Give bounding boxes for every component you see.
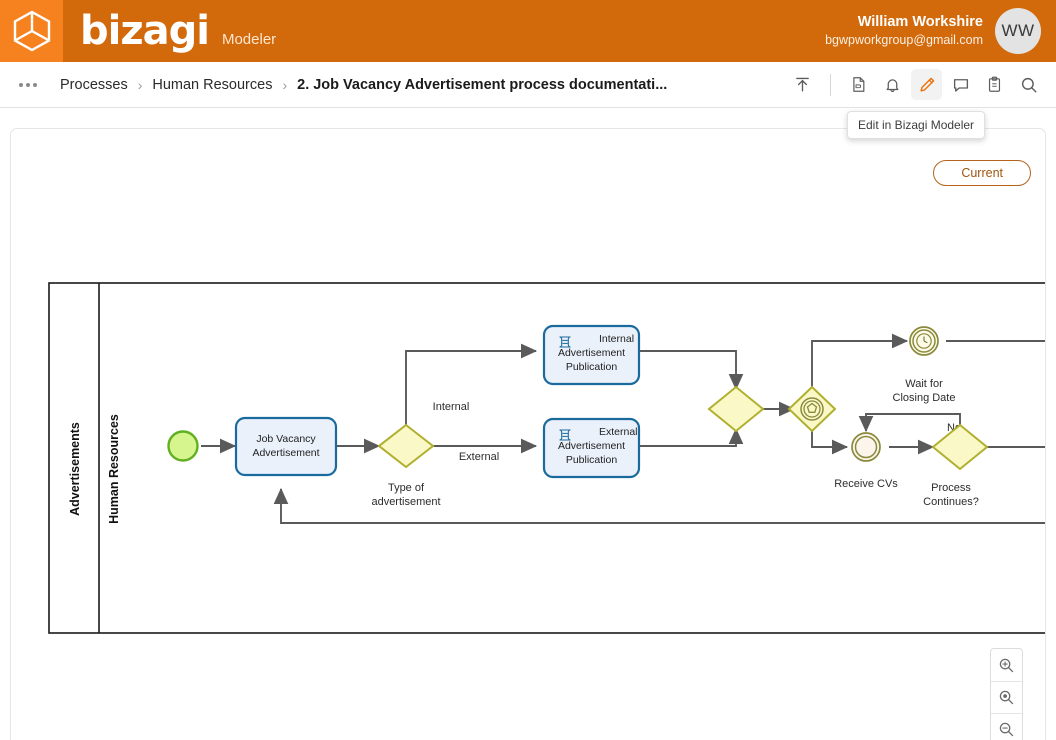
task-job-vacancy-advertisement[interactable]: Job Vacancy Advertisement [234,416,338,477]
task-label-line1: External [599,426,638,438]
gateway-label-line1: Process [931,482,971,494]
pencil-icon[interactable] [911,69,942,100]
task-label-line2: Advertisement [558,347,625,359]
lane-human-resources: Human Resources [107,414,121,524]
breadcrumb-separator: › [282,76,288,93]
breadcrumb-separator: › [137,76,143,93]
comment-icon[interactable] [945,69,976,100]
gateway-label-line1: Type of [388,482,425,494]
zoom-reset-icon[interactable] [991,681,1022,713]
task-label-line2: Advertisement [558,440,625,452]
status-badge[interactable]: Current [933,160,1031,186]
tooltip-edit-in-modeler: Edit in Bizagi Modeler [847,111,986,139]
lane-label: Human Resources [107,414,121,524]
toolbar [787,69,1044,100]
zoom-controls [990,648,1023,740]
task-external-advertisement-publication[interactable]: External Advertisement Publication [542,417,641,479]
start-event[interactable] [167,430,199,462]
user-text: William Workshire bgwpworkgroup@gmail.co… [825,13,983,48]
flow-label-internal: Internal [433,401,470,413]
more-options-icon[interactable] [14,77,42,93]
app-logo[interactable] [0,0,63,62]
breadcrumb-bar: Processes › Human Resources › 2. Job Vac… [0,62,1056,139]
user-email: bgwpworkgroup@gmail.com [825,33,983,48]
search-icon[interactable] [1013,69,1044,100]
publish-icon[interactable] [787,69,818,100]
toolbar-divider [830,73,831,96]
breadcrumb: Processes › Human Resources › 2. Job Vac… [60,77,667,93]
gateway-label-line2: Continues? [923,496,979,508]
bpmn-diagram[interactable]: Advertisements Human Resources Job Vacan… [11,129,1046,740]
avatar[interactable]: WW [995,8,1041,54]
app-header: bizagi Modeler William Workshire bgwpwor… [0,0,1056,62]
clipboard-icon[interactable] [979,69,1010,100]
task-internal-advertisement-publication[interactable]: Internal Advertisement Publication [542,324,641,386]
product-name: Modeler [221,31,277,48]
user-area[interactable]: William Workshire bgwpworkgroup@gmail.co… [825,8,1056,54]
brand-name: bizagi [80,8,210,54]
zoom-in-icon[interactable] [991,649,1022,681]
task-label-line3: Publication [566,454,618,466]
breadcrumb-item-processes[interactable]: Processes [60,77,128,93]
task-label-line1: Job Vacancy [256,433,316,445]
event-label-line2: Closing Date [893,392,956,404]
document-icon[interactable] [843,69,874,100]
bizagi-cube-icon [13,10,50,52]
gateway-label-line2: advertisement [371,496,440,508]
flow-label-external: External [459,451,499,463]
zoom-out-icon[interactable] [991,713,1022,740]
breadcrumb-item-human-resources[interactable]: Human Resources [152,77,272,93]
brand-block: bizagi Modeler [80,11,276,51]
pool-label: Advertisements [68,422,82,516]
event-label: Receive CVs [834,478,898,490]
task-label-line1: Internal [599,333,634,345]
bell-icon[interactable] [877,69,908,100]
task-label-line3: Publication [566,361,618,373]
breadcrumb-item-current: 2. Job Vacancy Advertisement process doc… [297,76,668,93]
event-label-line1: Wait for [905,378,943,390]
user-name: William Workshire [857,14,983,31]
task-label-line2: Advertisement [252,447,319,459]
diagram-canvas[interactable]: Current Advertisements Human Resources J… [10,128,1046,740]
